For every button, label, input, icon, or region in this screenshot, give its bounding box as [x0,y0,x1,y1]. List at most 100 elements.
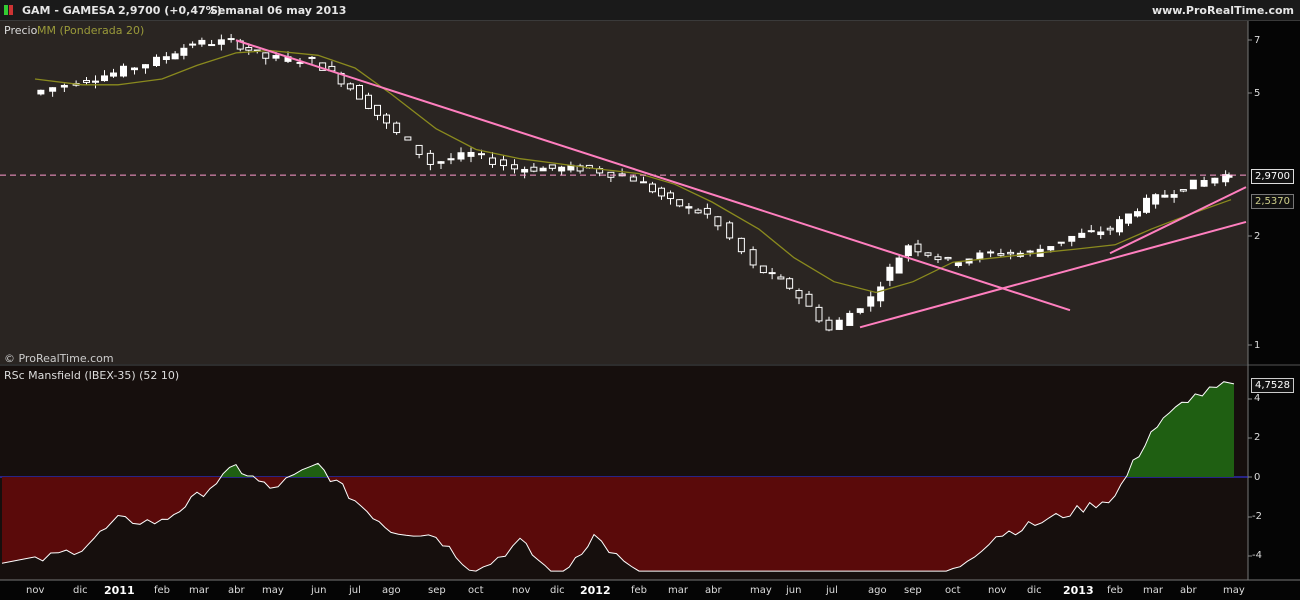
candle [987,251,995,254]
candle [558,166,566,172]
rsc-value-tag: 4,7528 [1251,378,1294,393]
rsc-label: RSc Mansfield (IBEX-35) (52 10) [4,369,180,382]
candle [726,222,734,239]
x-tick-label: may [750,585,772,596]
candle [346,83,354,90]
mm-tag: 2,5370 [1251,194,1294,209]
price-panel-bg [0,21,1248,364]
candle [934,256,942,261]
candle [795,290,803,299]
candle [737,237,745,253]
candle [1078,232,1086,238]
price-chart-svg [0,21,1300,581]
candle [120,65,127,77]
candle [539,167,547,172]
candle [786,278,794,289]
x-tick-label: sep [904,585,922,596]
candle [997,253,1005,256]
chart-window: GAM - GAMESA 2,9700 (+0,47%) Semanal 06 … [0,0,1300,600]
candle [658,187,665,197]
candle [457,152,465,160]
rsc-y-tick-label: 4 [1254,393,1261,404]
candle [856,308,864,313]
candle [447,158,455,161]
candle [374,104,381,116]
candle [153,56,160,67]
candle [217,39,225,45]
candle [685,206,693,209]
candle [245,47,253,51]
candle [703,207,711,215]
candle [1143,197,1150,213]
candle [1007,251,1015,255]
x-tick-label: jun [311,585,327,596]
candle [1179,189,1187,192]
candle [1097,231,1105,236]
y-tick-label: 5 [1254,88,1261,99]
candle [227,38,235,41]
candle [530,166,538,172]
x-tick-label: oct [945,585,961,596]
rsc-y-tick-label: -4 [1252,550,1262,561]
x-tick-label: nov [988,585,1007,596]
x-tick-label: feb [1107,585,1124,596]
candle [649,183,656,193]
candle [1152,194,1160,205]
candle [101,75,108,82]
candle [759,265,767,274]
candle [886,266,894,281]
y-tick-label: 2 [1254,231,1261,242]
candle [142,64,149,69]
candle [83,80,90,83]
candle [1200,180,1208,187]
candle [768,272,776,275]
candle [1125,213,1132,224]
rsc-y-tick-label: 0 [1254,472,1261,483]
candle [478,153,485,156]
candle [914,243,922,253]
candle [189,43,197,46]
candle [272,55,280,59]
candle [835,319,843,330]
candle [714,216,722,227]
candle [467,151,475,157]
candle [511,164,518,170]
x-tick-label: abr [228,585,245,596]
x-tick-label: abr [1180,585,1197,596]
x-tick-label: feb [154,585,171,596]
x-tick-label: feb [631,585,648,596]
watermark: © ProRealTime.com [4,352,114,365]
x-tick-label: ago [382,585,401,596]
legend-precio: Precio [4,24,38,37]
x-year-label: 2011 [104,584,135,597]
candle [383,114,390,124]
candle [60,84,68,88]
candle [629,176,637,182]
x-year-label: 2013 [1063,584,1094,597]
candle [1026,250,1034,253]
candle [976,252,984,260]
candle [1170,194,1178,198]
candle [1211,177,1219,184]
candle [1047,246,1055,251]
candle [1161,194,1169,198]
candle [1068,235,1076,242]
candle [667,192,674,200]
candle [1057,241,1065,244]
candle [1106,227,1114,231]
candle [749,249,757,266]
candle [131,67,138,71]
candle [924,252,932,256]
x-tick-label: jun [786,585,802,596]
candle [904,245,912,257]
candle [198,39,206,45]
candle [404,136,412,141]
x-tick-label: jul [826,585,838,596]
candle [262,52,270,59]
candle [49,87,57,92]
y-tick-label: 7 [1254,35,1261,46]
x-tick-label: sep [428,585,446,596]
x-tick-label: oct [468,585,484,596]
x-tick-label: may [1223,585,1245,596]
rsc-y-tick-label: 2 [1254,432,1261,443]
